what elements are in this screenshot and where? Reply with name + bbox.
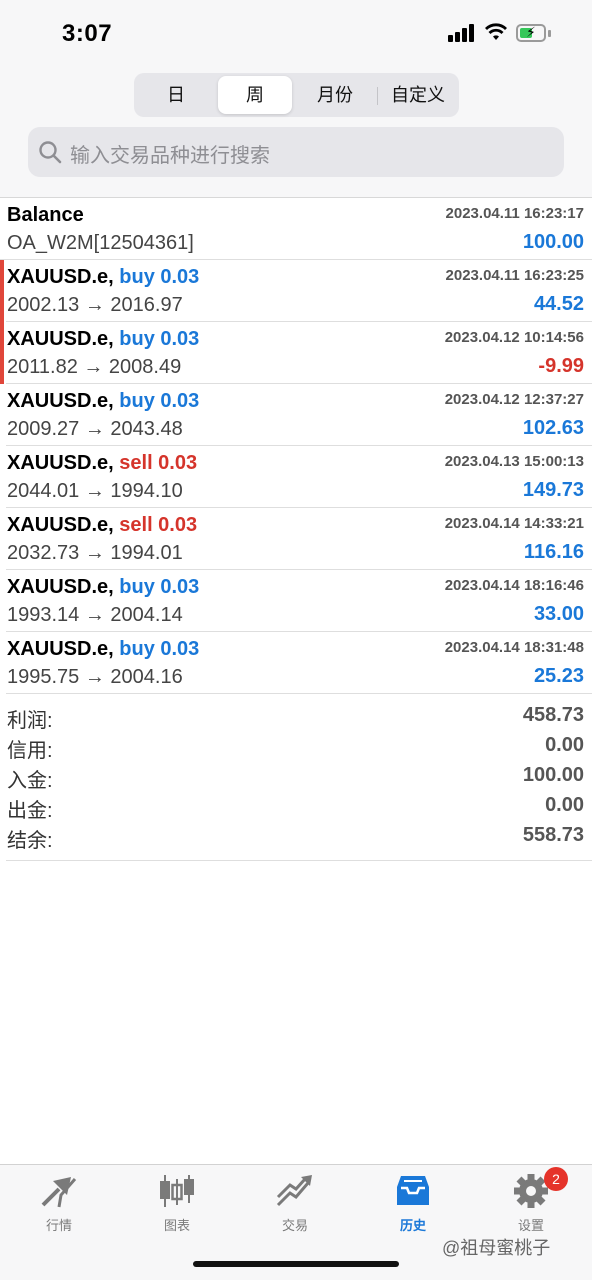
summary-label: 结余: <box>7 830 53 852</box>
history-list: Balance 2023.04.11 16:23:17 OA_W2M[12504… <box>0 198 592 694</box>
symbol-search-field[interactable]: 输入交易品种进行搜索 <box>28 127 564 177</box>
segment-month[interactable]: 月份 <box>296 76 374 114</box>
trade-side: buy 0.03 <box>119 266 200 288</box>
summary-withdrawal-row: 出金: 0.00 <box>6 792 592 822</box>
summary-value: 0.00 <box>545 734 584 756</box>
trade-row[interactable]: XAUUSD.e, buy 0.03 2023.04.12 12:37:27 2… <box>6 384 592 446</box>
summary-label: 出金: <box>7 800 53 822</box>
summary-value: 100.00 <box>522 764 584 786</box>
summary-value: 558.73 <box>522 824 584 846</box>
trade-side: buy 0.03 <box>119 576 200 598</box>
summary-balance-row: 结余: 558.73 <box>6 822 592 852</box>
balance-date: 2023.04.11 16:23:17 <box>445 205 584 222</box>
balance-value: 100.00 <box>522 231 584 253</box>
tab-label: 历史 <box>399 1218 426 1233</box>
summary-value: 458.73 <box>522 704 584 726</box>
balance-account: OA_W2M[12504361] <box>7 232 194 254</box>
segment-week[interactable]: 周 <box>218 76 292 114</box>
trade-symbol: XAUUSD.e, <box>7 514 114 536</box>
trade-prices: 2044.01 → 1994.10 <box>7 480 183 502</box>
trade-date: 2023.04.14 14:33:21 <box>444 515 584 532</box>
trade-prices: 1993.14 → 2004.14 <box>7 604 183 626</box>
trade-symbol: XAUUSD.e, <box>7 328 114 350</box>
trade-row[interactable]: XAUUSD.e, buy 0.03 2023.04.14 18:31:48 1… <box>6 632 592 694</box>
wifi-icon <box>485 23 507 40</box>
tab-charts[interactable]: 图表 <box>118 1173 236 1243</box>
trade-row[interactable]: XAUUSD.e, sell 0.03 2023.04.13 15:00:13 … <box>6 446 592 508</box>
trade-prices: 2009.27 → 2043.48 <box>7 418 183 440</box>
open-position-marker <box>0 260 4 322</box>
trade-date: 2023.04.14 18:31:48 <box>444 639 584 656</box>
trade-side: sell 0.03 <box>119 452 198 474</box>
settings-badge: 2 <box>544 1167 568 1191</box>
trade-symbol: XAUUSD.e, <box>7 576 114 598</box>
tab-label: 行情 <box>45 1218 72 1233</box>
trade-prices: 2011.82 → 2008.49 <box>7 356 182 378</box>
trade-profit: 149.73 <box>522 479 584 501</box>
trade-profit: -9.99 <box>538 355 584 377</box>
trade-profit: 102.63 <box>522 417 584 439</box>
tab-label: 交易 <box>281 1218 308 1233</box>
tab-trade[interactable]: 交易 <box>236 1173 354 1243</box>
battery-cap <box>548 30 551 37</box>
trade-symbol: XAUUSD.e, <box>7 266 114 288</box>
trade-date: 2023.04.11 16:23:25 <box>445 267 584 284</box>
summary-deposit-row: 入金: 100.00 <box>6 762 592 792</box>
tab-label: 设置 <box>517 1218 544 1233</box>
summary-label: 利润: <box>7 710 53 732</box>
summary-profit-row: 利润: 458.73 <box>6 702 592 732</box>
account-summary: 利润: 458.73 信用: 0.00 入金: 100.00 出金: 0.00 … <box>6 702 592 861</box>
trade-symbol: XAUUSD.e, <box>7 390 114 412</box>
battery-icon: ⚡ <box>516 24 546 42</box>
tab-label: 图表 <box>163 1218 190 1233</box>
period-segmented-control: 日 周 月份 自定义 <box>134 73 459 117</box>
trade-row[interactable]: XAUUSD.e, buy 0.03 2023.04.14 18:16:46 1… <box>6 570 592 632</box>
trade-trend-icon <box>276 1175 312 1207</box>
trade-row[interactable]: XAUUSD.e, buy 0.03 2023.04.11 16:23:25 2… <box>0 260 592 322</box>
trade-profit: 116.16 <box>523 541 584 563</box>
tab-settings[interactable]: 2 设置 <box>472 1167 590 1243</box>
trade-row[interactable]: XAUUSD.e, sell 0.03 2023.04.14 14:33:21 … <box>6 508 592 570</box>
balance-title: Balance <box>7 204 84 226</box>
summary-label: 入金: <box>7 770 53 792</box>
trade-prices: 1995.75 → 2004.16 <box>7 666 183 688</box>
trade-profit: 33.00 <box>533 603 584 625</box>
quotes-arrows-icon <box>41 1177 77 1208</box>
trade-side: buy 0.03 <box>119 638 200 660</box>
summary-value: 0.00 <box>545 794 584 816</box>
trade-side: buy 0.03 <box>119 328 200 350</box>
trade-profit: 44.52 <box>533 293 584 315</box>
history-tray-icon <box>397 1176 429 1205</box>
trade-side: buy 0.03 <box>119 390 200 412</box>
history-header: 日 周 月份 自定义 输入交易品种进行搜索 <box>0 66 592 198</box>
status-time: 3:07 <box>62 20 113 47</box>
summary-label: 信用: <box>7 740 53 762</box>
trade-row[interactable]: XAUUSD.e, buy 0.03 2023.04.12 10:14:56 2… <box>0 322 592 384</box>
summary-credit-row: 信用: 0.00 <box>6 732 592 762</box>
cellular-signal-icon <box>448 24 476 42</box>
trade-prices: 2002.13 → 2016.97 <box>7 294 183 316</box>
trade-symbol: XAUUSD.e, <box>7 452 114 474</box>
open-position-marker <box>0 322 4 384</box>
trade-prices: 2032.73 → 1994.01 <box>7 542 183 564</box>
search-placeholder: 输入交易品种进行搜索 <box>70 145 270 167</box>
tab-history[interactable]: 历史 <box>354 1173 472 1243</box>
watermark: @祖母蜜桃子 <box>442 1238 551 1258</box>
tab-quotes[interactable]: 行情 <box>0 1173 118 1243</box>
status-bar: 3:07 ⚡ <box>0 0 592 66</box>
trade-symbol: XAUUSD.e, <box>7 638 114 660</box>
trade-date: 2023.04.12 10:14:56 <box>444 329 584 346</box>
chart-candles-icon <box>160 1175 194 1207</box>
segment-divider <box>377 87 378 105</box>
trade-date: 2023.04.13 15:00:13 <box>444 453 584 470</box>
home-indicator <box>193 1261 399 1267</box>
trade-profit: 25.23 <box>533 665 584 687</box>
trade-side: sell 0.03 <box>119 514 198 536</box>
search-icon <box>39 141 62 164</box>
trade-date: 2023.04.14 18:16:46 <box>444 577 584 594</box>
balance-row[interactable]: Balance 2023.04.11 16:23:17 OA_W2M[12504… <box>0 198 592 260</box>
trade-date: 2023.04.12 12:37:27 <box>444 391 584 408</box>
segment-day[interactable]: 日 <box>137 76 215 114</box>
segment-custom[interactable]: 自定义 <box>380 76 456 114</box>
